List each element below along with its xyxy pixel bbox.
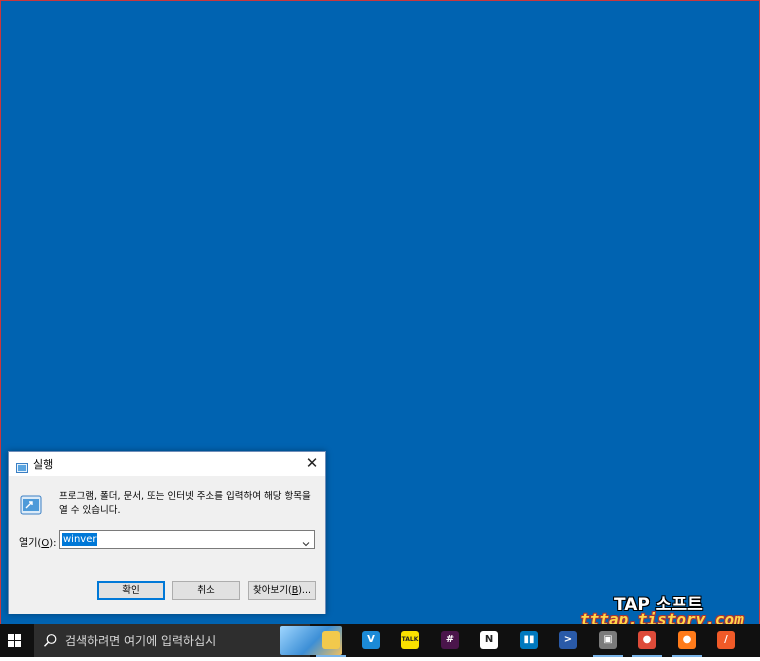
taskbar-kakaotalk-button[interactable]: TALK <box>393 624 427 657</box>
trello-icon: ▮▮ <box>520 631 538 649</box>
dialog-button-bar: 확인 취소 찾아보기(B)... <box>9 566 325 614</box>
brave-icon: / <box>717 631 735 649</box>
open-label: 열기(O): <box>19 538 57 549</box>
powershell-icon: > <box>559 631 577 649</box>
dialog-title: 실행 <box>33 458 54 471</box>
remote-desktop-icon: ▣ <box>599 631 617 649</box>
run-icon <box>20 495 42 515</box>
taskbar-trello-button[interactable]: ▮▮ <box>512 624 546 657</box>
file-explorer-icon <box>322 631 340 649</box>
taskbar-powershell-button[interactable]: > <box>551 624 585 657</box>
chevron-down-icon[interactable] <box>301 534 311 547</box>
taskbar: 검색하려면 여기에 입력하십시 V TALK # N ▮▮ > ▣ ● ● / <box>0 624 760 657</box>
taskbar-chrome-button[interactable]: ● <box>630 624 664 657</box>
windows-logo-icon <box>8 634 21 647</box>
slack-icon: # <box>441 631 459 649</box>
browse-button[interactable]: 찾아보기(B)... <box>248 581 316 600</box>
taskbar-file-explorer-button[interactable] <box>314 624 348 657</box>
ok-button[interactable]: 확인 <box>97 581 165 600</box>
dialog-titlebar[interactable]: 실행 ✕ <box>9 452 325 476</box>
run-app-icon <box>16 458 28 473</box>
run-dialog: 실행 ✕ 프로그램, 폴더, 문서, 또는 인터넷 주소를 입력하여 해당 항목… <box>8 451 326 614</box>
taskbar-search[interactable]: 검색하려면 여기에 입력하십시 <box>34 624 342 657</box>
notion-icon: N <box>480 631 498 649</box>
dialog-description: 프로그램, 폴더, 문서, 또는 인터넷 주소를 입력하여 해당 항목을 열 수… <box>59 491 311 516</box>
start-button[interactable] <box>0 624 30 657</box>
search-placeholder: 검색하려면 여기에 입력하십시 <box>65 634 217 648</box>
taskbar-brave-button[interactable]: / <box>709 624 743 657</box>
kakaotalk-icon: TALK <box>401 631 419 649</box>
taskbar-notion-button[interactable]: N <box>472 624 506 657</box>
taskbar-firefox-button[interactable]: ● <box>670 624 704 657</box>
search-icon <box>43 633 58 648</box>
open-combobox[interactable]: winver <box>59 530 315 549</box>
close-button[interactable]: ✕ <box>299 452 325 476</box>
firefox-icon: ● <box>678 631 696 649</box>
chrome-icon: ● <box>638 631 656 649</box>
cancel-button[interactable]: 취소 <box>172 581 240 600</box>
open-input-value[interactable]: winver <box>62 533 98 546</box>
vscode-icon: V <box>362 631 380 649</box>
taskbar-remote-desktop-button[interactable]: ▣ <box>591 624 625 657</box>
taskbar-slack-button[interactable]: # <box>433 624 467 657</box>
taskbar-vscode-button[interactable]: V <box>354 624 388 657</box>
